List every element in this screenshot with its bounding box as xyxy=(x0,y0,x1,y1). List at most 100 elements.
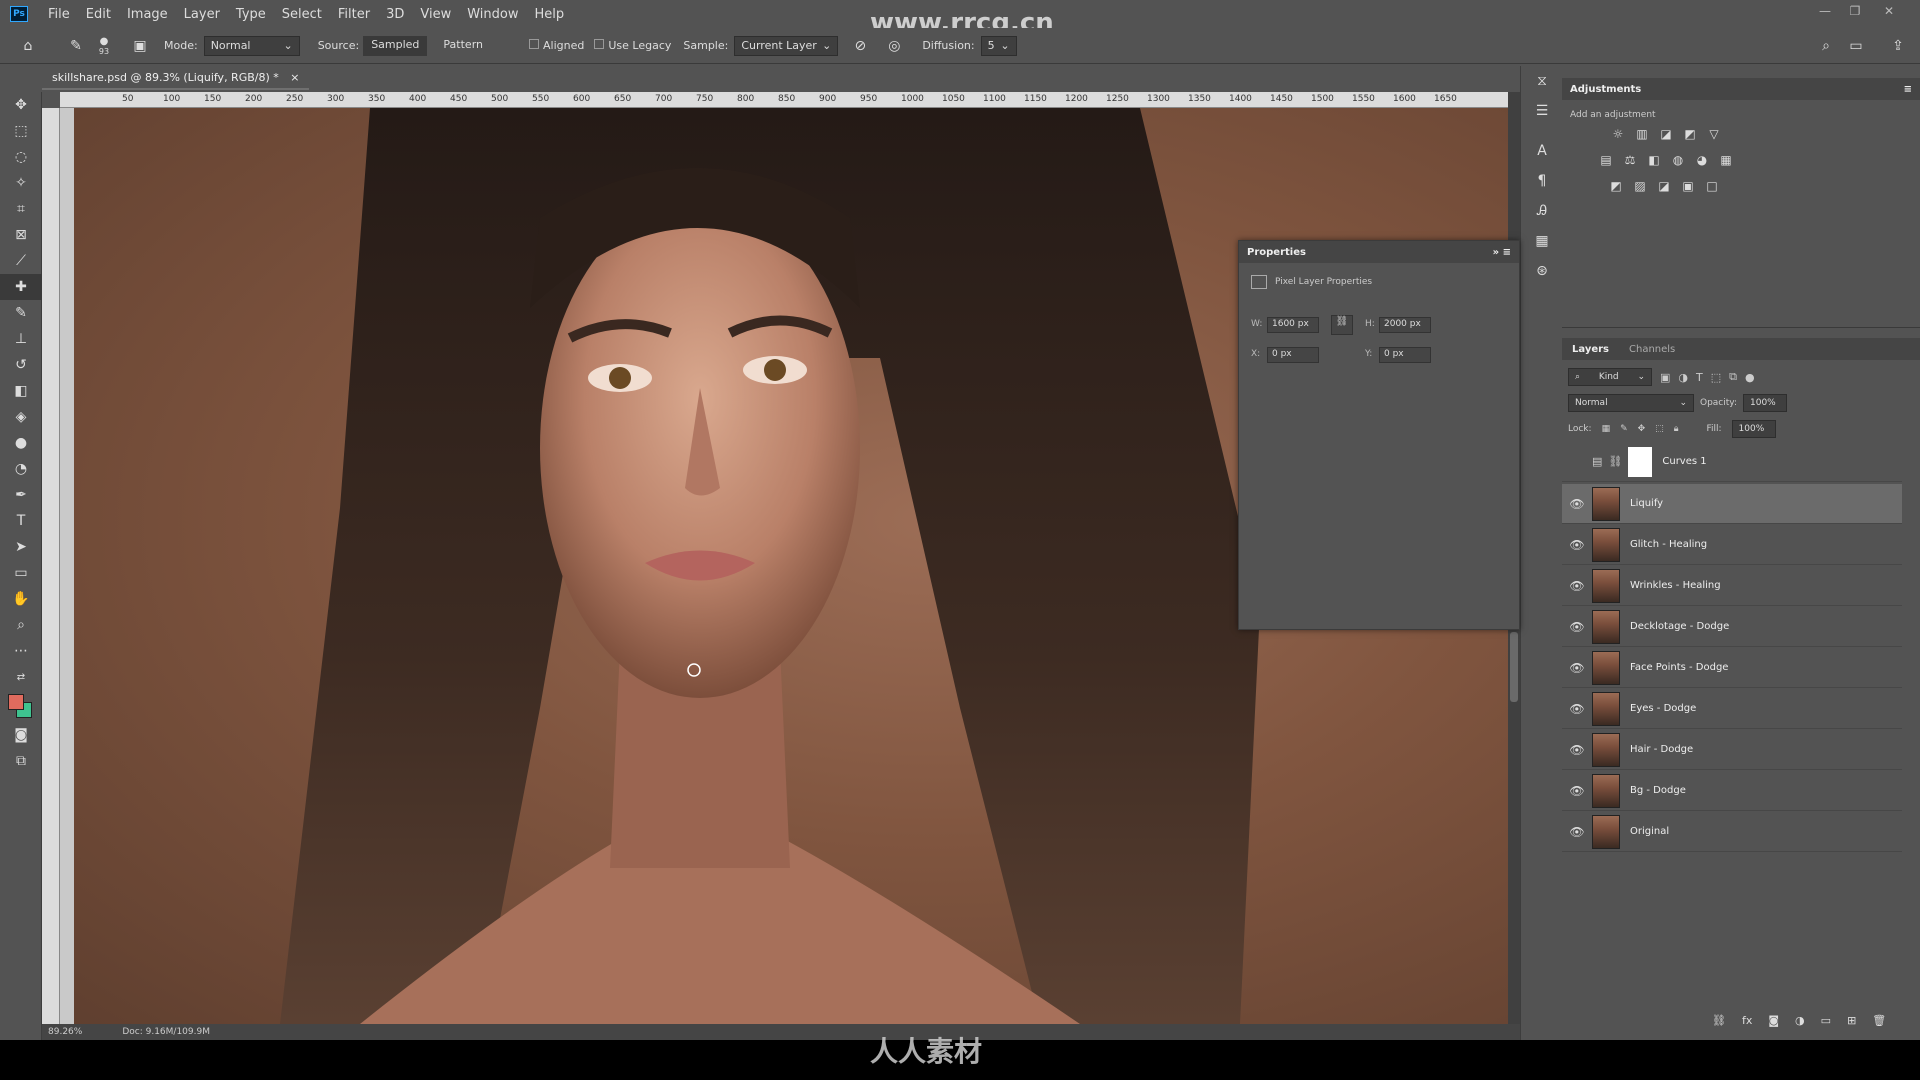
photo-filter-icon[interactable]: ◍ xyxy=(1670,152,1686,168)
menu-view[interactable]: View xyxy=(412,7,459,22)
aligned-checkbox[interactable]: Aligned xyxy=(529,39,584,52)
adjust-icon[interactable]: ▦ xyxy=(1521,226,1563,256)
crop-tool-icon[interactable]: ⌗ xyxy=(0,196,42,222)
history-brush-tool-icon[interactable]: ↺ xyxy=(0,352,42,378)
curves-icon[interactable]: ◪ xyxy=(1658,126,1674,142)
layer-row[interactable]: 👁︎ Eyes - Dodge xyxy=(1562,689,1902,729)
layer-row[interactable]: 👁︎ Decklotage - Dodge xyxy=(1562,607,1902,647)
screen-mode-icon[interactable]: ⧉ xyxy=(0,748,42,774)
eye-icon[interactable]: 👁︎ xyxy=(1562,579,1592,593)
menu-window[interactable]: Window xyxy=(459,7,526,22)
menu-help[interactable]: Help xyxy=(527,7,573,22)
eyedropper-tool-icon[interactable]: ⟋ xyxy=(0,248,42,274)
blur-tool-icon[interactable]: ● xyxy=(0,430,42,456)
exposure-icon[interactable]: ◩ xyxy=(1682,126,1698,142)
threshold-icon[interactable]: ◪ xyxy=(1656,178,1672,194)
layer-row[interactable]: 👁︎ Wrinkles - Healing xyxy=(1562,566,1902,606)
add-mask-icon[interactable]: ◙ xyxy=(1768,1014,1779,1027)
brush-tool-icon[interactable]: ✎ xyxy=(0,300,42,326)
brightness-icon[interactable]: ☼ xyxy=(1610,126,1626,142)
link-layers-icon[interactable]: ⛓ xyxy=(1712,1014,1726,1027)
frame-tool-icon[interactable]: ⊠ xyxy=(0,222,42,248)
close-window-icon[interactable]: ✕ xyxy=(1876,4,1902,20)
layer-row[interactable]: 👁︎ Bg - Dodge xyxy=(1562,771,1902,811)
eye-icon[interactable]: 👁︎ xyxy=(1562,661,1592,675)
marquee-tool-icon[interactable]: ⬚ xyxy=(0,118,42,144)
mode-select[interactable]: Normal ⌄ xyxy=(203,35,300,56)
eye-icon[interactable]: 👁︎ xyxy=(1562,743,1592,757)
invert-icon[interactable]: ◩ xyxy=(1608,178,1624,194)
menu-filter[interactable]: Filter xyxy=(330,7,378,22)
lock-all-icon[interactable]: 🔒︎ xyxy=(1674,424,1679,434)
eye-icon[interactable]: 👁︎ xyxy=(1562,825,1592,839)
layer-row[interactable]: 👁︎ Original xyxy=(1562,812,1902,852)
black-white-icon[interactable]: ◧ xyxy=(1646,152,1662,168)
lock-paint-icon[interactable]: ✎ xyxy=(1620,424,1628,434)
source-sampled-button[interactable]: Sampled xyxy=(363,35,428,56)
glyphs-icon[interactable]: Ꭿ xyxy=(1521,196,1563,226)
lock-pixels-icon[interactable]: ▦ xyxy=(1602,424,1611,434)
healing-brush-tool-icon[interactable]: ✚ xyxy=(0,274,42,300)
menu-edit[interactable]: Edit xyxy=(78,7,119,22)
workspace-icon[interactable]: ▭ xyxy=(1842,32,1870,60)
layer-row[interactable]: 👁︎ Hair - Dodge xyxy=(1562,730,1902,770)
fx-icon[interactable]: fx xyxy=(1742,1014,1752,1027)
selective-color-icon[interactable]: □ xyxy=(1704,178,1720,194)
eraser-tool-icon[interactable]: ◧ xyxy=(0,378,42,404)
delete-layer-icon[interactable]: 🗑︎ xyxy=(1872,1014,1886,1027)
foreground-color-swatch[interactable] xyxy=(8,694,24,710)
lock-artboard-icon[interactable]: ⬚ xyxy=(1655,424,1664,434)
y-field[interactable]: 0 px xyxy=(1379,347,1431,363)
rectangle-tool-icon[interactable]: ▭ xyxy=(0,560,42,586)
filter-pixel-icon[interactable]: ▣ xyxy=(1660,371,1670,384)
ignore-adjustment-icon[interactable]: ⊘ xyxy=(846,32,874,60)
gradient-map-icon[interactable]: ▣ xyxy=(1680,178,1696,194)
filter-kind-select[interactable]: ⌕ Kind ⌄ xyxy=(1568,368,1652,386)
tab-channels[interactable]: Channels xyxy=(1619,344,1685,355)
filter-smart-icon[interactable]: ⧉ xyxy=(1729,370,1737,384)
eye-icon[interactable]: 👁︎ xyxy=(1562,702,1592,716)
dodge-tool-icon[interactable]: ◔ xyxy=(0,456,42,482)
restore-icon[interactable]: ❐ xyxy=(1842,4,1868,20)
hand-tool-icon[interactable]: ✋ xyxy=(0,586,42,612)
scroll-thumb[interactable] xyxy=(1510,632,1518,702)
levels-icon[interactable]: ▥ xyxy=(1634,126,1650,142)
healing-brush-icon[interactable]: ✎ xyxy=(62,32,90,60)
eye-icon[interactable]: 👁︎ xyxy=(1562,784,1592,798)
eye-icon[interactable]: 👁︎ xyxy=(1562,620,1592,634)
minimize-icon[interactable]: — xyxy=(1812,4,1838,20)
3d-icon[interactable]: ⊛ xyxy=(1521,256,1563,286)
menu-type[interactable]: Type xyxy=(228,7,274,22)
clone-stamp-tool-icon[interactable]: ⊥ xyxy=(0,326,42,352)
collapse-icon[interactable]: » ≡ xyxy=(1493,247,1511,258)
color-swatches[interactable] xyxy=(0,690,42,722)
paragraph-icon[interactable]: ¶ xyxy=(1521,166,1563,196)
filter-type-icon[interactable]: T xyxy=(1696,371,1703,384)
brush-settings-icon[interactable]: ▣ xyxy=(126,32,154,60)
filter-shape-icon[interactable]: ⬚ xyxy=(1711,371,1721,384)
zoom-tool-icon[interactable]: ⌕ xyxy=(0,612,42,638)
fill-field[interactable]: 100% xyxy=(1731,420,1776,438)
blend-mode-select[interactable]: Normal ⌄ xyxy=(1568,394,1694,412)
pen-tool-icon[interactable]: ✒ xyxy=(0,482,42,508)
opacity-field[interactable]: 100% xyxy=(1743,394,1787,412)
vibrance-icon[interactable]: ▽ xyxy=(1706,126,1722,142)
filter-adjust-icon[interactable]: ◑ xyxy=(1678,371,1688,384)
share-icon[interactable]: ⇪ xyxy=(1884,32,1912,60)
quick-select-tool-icon[interactable]: ✧ xyxy=(0,170,42,196)
properties-icon[interactable]: ☰ xyxy=(1521,96,1563,126)
swap-colors-icon[interactable]: ⇄ xyxy=(0,664,42,690)
tab-layers[interactable]: Layers xyxy=(1562,344,1619,355)
sample-select[interactable]: Current Layer ⌄ xyxy=(734,35,839,56)
zoom-level[interactable]: 89.26% xyxy=(48,1027,82,1037)
search-icon[interactable]: ⌕ xyxy=(1812,32,1840,60)
link-icon[interactable]: ⛓ xyxy=(1331,315,1353,335)
quick-mask-icon[interactable]: ◙ xyxy=(0,722,42,748)
panel-menu-icon[interactable]: ≡ xyxy=(1904,84,1912,95)
document-tab[interactable]: skillshare.psd @ 89.3% (Liquify, RGB/8) … xyxy=(42,66,310,90)
close-tab-icon[interactable]: × xyxy=(290,71,299,84)
new-layer-icon[interactable]: ⊞ xyxy=(1847,1014,1856,1027)
lock-position-icon[interactable]: ✥ xyxy=(1638,424,1646,434)
eye-icon[interactable]: 👁︎ xyxy=(1562,497,1592,511)
menu-select[interactable]: Select xyxy=(274,7,330,22)
